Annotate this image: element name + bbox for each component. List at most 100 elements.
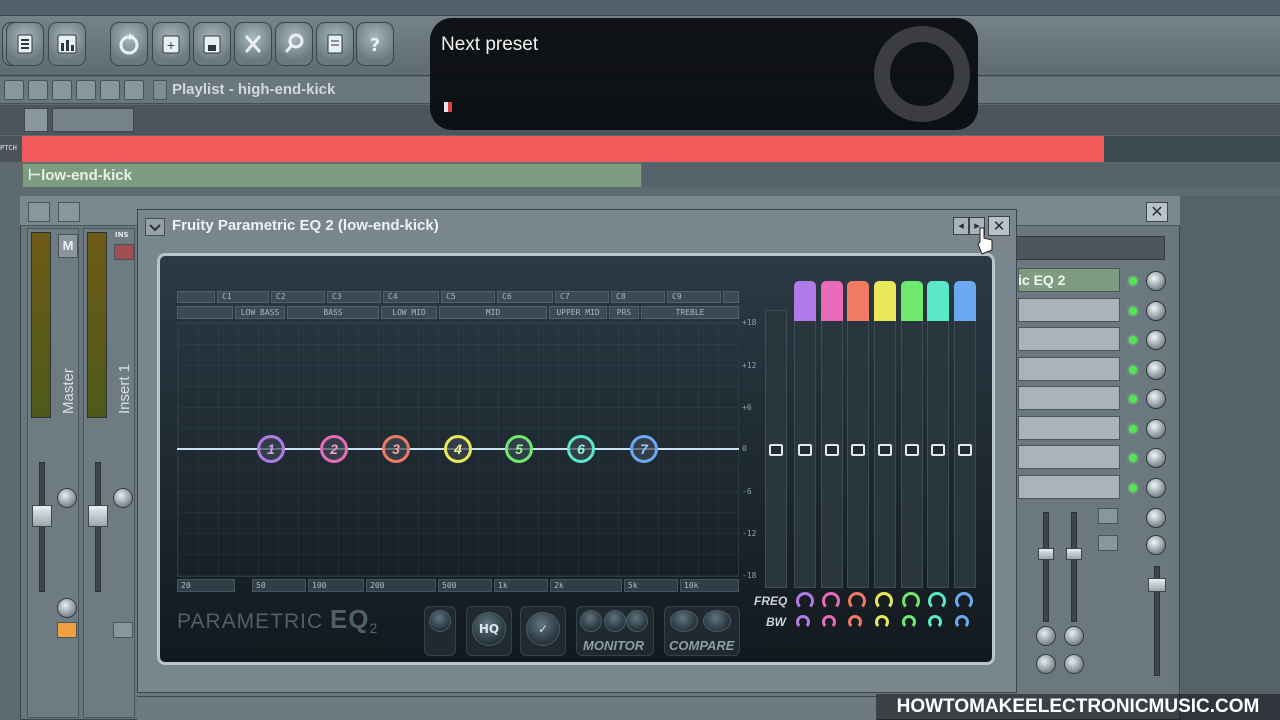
playlist-tool-4[interactable] xyxy=(76,80,96,100)
hq-button[interactable]: HQ xyxy=(472,612,506,646)
prev-preset-button[interactable]: ◂ xyxy=(953,217,969,235)
play-icon[interactable] xyxy=(429,610,451,632)
fx-slot-5-mix-knob[interactable] xyxy=(1146,389,1166,409)
search-button[interactable] xyxy=(275,22,313,66)
fx-slot-6-led[interactable] xyxy=(1129,425,1137,433)
fx-slot-6-mix-knob[interactable] xyxy=(1146,419,1166,439)
band-3-bw-knob[interactable] xyxy=(848,615,862,629)
playlist-menu-arrow[interactable] xyxy=(153,80,167,100)
compare-down-button[interactable] xyxy=(670,610,698,632)
band-6-freq-knob[interactable] xyxy=(928,592,946,610)
fx-slot-8-led[interactable] xyxy=(1129,484,1137,492)
output-fader[interactable] xyxy=(1148,578,1166,592)
mixer-pause-button[interactable] xyxy=(58,202,80,222)
fx-slot-4-mix-knob[interactable] xyxy=(1146,360,1166,380)
mixer-menu-button[interactable] xyxy=(28,202,50,222)
band-1-bw-knob[interactable] xyxy=(796,615,810,629)
fx-slot-2[interactable] xyxy=(1018,298,1120,322)
fx-slot-3-mix-knob[interactable] xyxy=(1146,330,1166,350)
band-2-type-tab[interactable] xyxy=(821,281,843,321)
cut-button[interactable] xyxy=(234,22,272,66)
monitor-minus-button[interactable] xyxy=(580,610,602,632)
band-1-type-tab[interactable] xyxy=(794,281,816,321)
speaker-icon[interactable] xyxy=(124,80,144,100)
fx-slot-4[interactable] xyxy=(1018,357,1120,381)
playlist-tool-2[interactable] xyxy=(28,80,48,100)
compare-swap-button[interactable] xyxy=(703,610,731,632)
band-2-bw-knob[interactable] xyxy=(822,615,836,629)
band-6-bw-knob[interactable] xyxy=(928,615,942,629)
band-1-gain-slider[interactable] xyxy=(798,444,812,456)
band-1-freq-knob[interactable] xyxy=(796,592,814,610)
send-fader-2[interactable] xyxy=(1066,548,1082,560)
band-4-freq-knob[interactable] xyxy=(875,592,893,610)
band-6-type-tab[interactable] xyxy=(927,281,949,321)
master-pan-knob[interactable] xyxy=(57,488,77,508)
send-fader-1[interactable] xyxy=(1038,548,1054,560)
band-7-bw-knob[interactable] xyxy=(955,615,969,629)
send-knob-3[interactable] xyxy=(1036,654,1056,674)
fx-slot-1-mix-knob[interactable] xyxy=(1146,271,1166,291)
band-5-type-tab[interactable] xyxy=(901,281,923,321)
plugin-menu-button[interactable] xyxy=(145,218,165,236)
fx-slot-4-led[interactable] xyxy=(1129,366,1137,374)
playlist-tool-5[interactable] xyxy=(100,80,120,100)
band-3-handle[interactable]: 3 xyxy=(382,435,410,463)
master-record-button[interactable] xyxy=(57,622,77,638)
send-fader-track-1[interactable] xyxy=(1043,512,1049,622)
playlist-title[interactable]: Playlist - high-end-kick xyxy=(172,81,335,98)
send-knob-2[interactable] xyxy=(1064,626,1084,646)
band-7-type-tab[interactable] xyxy=(954,281,976,321)
fx-slot-3[interactable] xyxy=(1018,327,1120,351)
mixer-button[interactable] xyxy=(48,22,86,66)
timeline-scrollbar[interactable] xyxy=(52,108,134,132)
fx-slot-8-mix-knob[interactable] xyxy=(1146,478,1166,498)
band-7-gain-slider[interactable] xyxy=(958,444,972,456)
master-mute-button[interactable]: M xyxy=(58,234,78,258)
insert-1-fader[interactable] xyxy=(88,505,108,527)
fx-swap-button[interactable] xyxy=(1098,535,1118,551)
pattern-clip-red[interactable] xyxy=(22,136,1104,162)
list-button[interactable] xyxy=(6,22,44,66)
band-1-handle[interactable]: 1 xyxy=(257,435,285,463)
fx-slot-7[interactable] xyxy=(1018,445,1120,469)
band-3-type-tab[interactable] xyxy=(847,281,869,321)
playlist-tool-3[interactable] xyxy=(52,80,72,100)
fx-slot-5[interactable] xyxy=(1018,386,1120,410)
insert-1-record-button[interactable] xyxy=(113,622,133,638)
fx-slot-3-led[interactable] xyxy=(1129,336,1137,344)
eq-knob-1[interactable] xyxy=(1146,508,1166,528)
band-4-type-tab[interactable] xyxy=(874,281,896,321)
playlist-tool-1[interactable] xyxy=(4,80,24,100)
band-4-bw-knob[interactable] xyxy=(875,615,889,629)
undo-button[interactable] xyxy=(110,22,148,66)
send-knob-1[interactable] xyxy=(1036,626,1056,646)
fx-slot-7-mix-knob[interactable] xyxy=(1146,448,1166,468)
scroll-left-button[interactable] xyxy=(24,108,48,132)
band-3-gain-slider[interactable] xyxy=(851,444,865,456)
band-2-gain-slider[interactable] xyxy=(825,444,839,456)
help-button[interactable]: ? xyxy=(356,22,394,66)
band-2-handle[interactable]: 2 xyxy=(320,435,348,463)
master-fader-track[interactable] xyxy=(39,462,45,592)
band-5-gain-slider[interactable] xyxy=(905,444,919,456)
band-4-handle[interactable]: 4 xyxy=(444,435,472,463)
monitor-circle-button[interactable] xyxy=(626,610,648,632)
band-2-freq-knob[interactable] xyxy=(822,592,840,610)
band-5-bw-knob[interactable] xyxy=(902,615,916,629)
fx-slot-2-mix-knob[interactable] xyxy=(1146,301,1166,321)
fx-slot-6[interactable] xyxy=(1018,416,1120,440)
send-fader-track-2[interactable] xyxy=(1071,512,1077,622)
insert-1-pan-knob[interactable] xyxy=(113,488,133,508)
band-5-handle[interactable]: 5 xyxy=(505,435,533,463)
band-7-freq-knob[interactable] xyxy=(955,592,973,610)
mixer-close-button[interactable]: ✕ xyxy=(1146,202,1168,222)
monitor-bar-button[interactable] xyxy=(604,610,626,632)
fx-route-select[interactable] xyxy=(1015,236,1165,260)
save-button[interactable] xyxy=(193,22,231,66)
band-5-freq-knob[interactable] xyxy=(902,592,920,610)
fx-slot-5-led[interactable] xyxy=(1129,395,1137,403)
master-fader[interactable] xyxy=(32,505,52,527)
master-stereo-knob[interactable] xyxy=(57,598,77,618)
fx-slot-8[interactable] xyxy=(1018,475,1120,499)
